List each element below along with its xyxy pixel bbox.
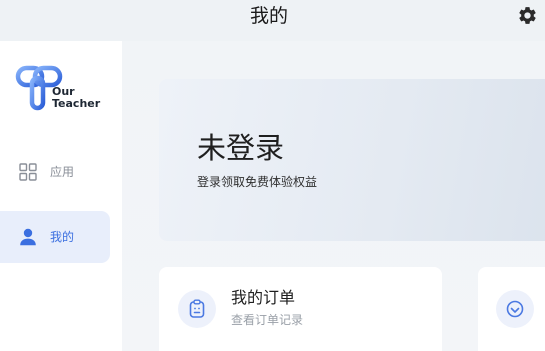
page-title: 我的 (249, 5, 288, 27)
sidebar-item-mine[interactable]: 我的 (0, 211, 110, 263)
smile-icon-badge (496, 290, 534, 328)
login-benefit-text: 登录领取免费体验权益 (197, 175, 318, 189)
grid-icon (19, 163, 37, 181)
feature-card[interactable] (478, 267, 545, 351)
sidebar-item-apps[interactable]: 应用 (0, 146, 110, 198)
gear-icon (519, 7, 536, 24)
smile-icon (506, 300, 524, 318)
main-content: 未登录 登录领取免费体验权益 我的订单 查看订单记录 (122, 41, 545, 351)
top-bar: 我的 (0, 0, 545, 41)
person-icon (20, 228, 36, 246)
sidebar-item-label: 我的 (50, 230, 75, 244)
login-card[interactable]: 未登录 登录领取免费体验权益 (159, 79, 545, 241)
card-subtitle: 查看订单记录 (231, 313, 304, 327)
order-icon (189, 299, 205, 318)
sidebar: Our Teacher 应用 我的 (0, 41, 122, 351)
app-logo: Our Teacher (15, 65, 107, 112)
sidebar-item-label: 应用 (50, 165, 75, 179)
login-status-title: 未登录 (197, 131, 285, 165)
my-orders-card[interactable]: 我的订单 查看订单记录 (159, 267, 442, 351)
order-icon-badge (178, 290, 216, 328)
logo-text-line2: Teacher (52, 97, 101, 110)
settings-button[interactable] (517, 5, 538, 26)
card-title: 我的订单 (231, 288, 296, 307)
